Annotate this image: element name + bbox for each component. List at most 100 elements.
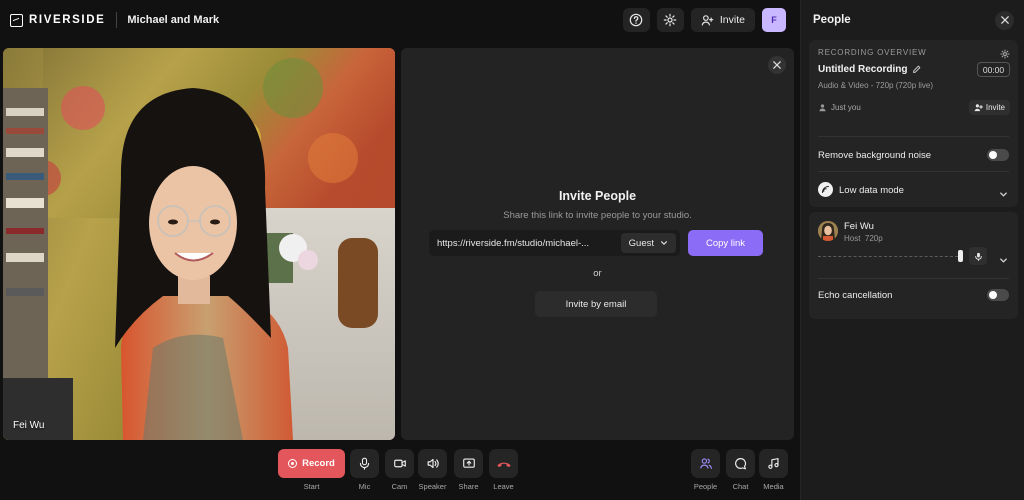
invite-link-row: https://riverside.fm/studio/michael-... … [429,230,764,256]
speaker-control: Speaker [418,449,447,491]
record-caption: Start [303,482,320,491]
divider [818,171,1009,172]
participant-card: Fei Wu Host 720p Echo cancellation [809,212,1018,319]
video-participant-label: Fei Wu [13,420,45,431]
role-select-value: Guest [628,237,654,249]
leave-control: Leave [489,449,518,491]
low-data-label: Low data mode [839,185,904,196]
participants-summary: Just you [818,103,861,112]
people-caption: People [693,482,718,491]
record-icon [288,459,298,468]
record-control: Record Start [278,449,345,491]
chevron-down-icon [661,241,667,246]
recording-overview-label: RECORDING OVERVIEW [818,48,927,57]
media-button[interactable] [759,449,788,478]
help-icon [630,13,643,27]
leave-button[interactable] [489,449,518,478]
logo[interactable]: RIVERSIDE [10,13,106,27]
participant-name: Fei Wu [844,221,874,232]
participant-expand-button[interactable] [999,252,1008,270]
chat-icon [735,458,747,470]
copy-link-button[interactable]: Copy link [688,230,763,256]
media-caption: Media [763,482,784,491]
hang-up-icon [496,462,511,467]
participant-mic-button[interactable] [969,247,987,265]
microphone-icon [359,457,370,470]
speaker-icon [427,458,439,469]
cam-control: Cam [385,449,414,491]
header-invite-button[interactable]: Invite [690,8,755,32]
divider [818,136,1009,137]
screen-share-icon [462,458,475,468]
logo-text: RIVERSIDE [29,14,106,26]
bottom-controls: Record Start Mic Cam Speaker Share Leave… [0,449,798,495]
header-invite-label: Invite [719,14,745,26]
or-separator: or [593,268,602,279]
avatar-image [818,221,838,241]
user-icon [819,104,826,112]
invite-link-field[interactable]: https://riverside.fm/studio/michael-... … [429,230,680,256]
divider [818,278,1009,279]
add-user-icon [701,14,714,25]
invite-title: Invite People [558,189,637,203]
participant-quality: 720p [864,234,883,243]
leave-caption: Leave [493,482,514,491]
top-actions: Invite F [622,8,786,32]
sidebar-invite-label: Invite [985,103,1005,112]
low-data-expand-button[interactable] [999,186,1008,204]
record-label: Record [302,458,335,469]
camera-icon [393,459,406,468]
participant-role: Host 720p [844,234,883,243]
speaker-button[interactable] [418,449,447,478]
chevron-down-icon [1000,258,1007,263]
invite-by-email-button[interactable]: Invite by email [535,291,657,317]
participant-avatar [818,221,838,241]
people-icon [699,458,712,469]
recording-title[interactable]: Untitled Recording [818,64,921,75]
echo-cancellation-toggle[interactable] [987,289,1009,301]
user-avatar[interactable]: F [762,8,786,32]
header-divider [116,12,118,28]
chat-control: Chat [726,449,755,491]
music-note-icon [768,458,779,469]
pencil-icon [913,65,921,73]
sidebar-invite-button[interactable]: Invite [968,100,1010,115]
noise-removal-label: Remove background noise [818,150,932,161]
recording-overview-card: RECORDING OVERVIEW Untitled Recording 00… [809,40,1018,207]
participants-summary-text: Just you [831,103,861,112]
invite-people-panel: Invite People Share this link to invite … [401,48,794,440]
microphone-icon [974,252,982,261]
recording-timer: 00:00 [977,62,1010,77]
chat-caption: Chat [732,482,749,491]
invite-panel-close-button[interactable] [768,56,786,74]
speaker-caption: Speaker [418,482,447,491]
people-button[interactable] [691,449,720,478]
invite-subtitle: Share this link to invite people to your… [503,210,692,221]
gear-icon [664,13,677,27]
sidebar-close-button[interactable] [995,10,1014,30]
record-button[interactable]: Record [278,449,345,478]
cam-caption: Cam [391,482,408,491]
share-button[interactable] [454,449,483,478]
mic-button[interactable] [350,449,379,478]
participant-video: Fei Wu [3,48,395,440]
mic-control: Mic [350,449,379,491]
volume-slider-handle[interactable] [958,250,963,262]
role-select[interactable]: Guest [620,233,676,253]
low-data-icon [818,182,833,197]
settings-button[interactable] [656,8,684,32]
help-button[interactable] [622,8,650,32]
participant-role-text: Host [844,234,861,243]
chat-button[interactable] [726,449,755,478]
noise-removal-toggle[interactable] [987,149,1009,161]
video-feed-image [3,48,395,440]
recording-meta: Audio & Video - 720p (720p live) [818,81,934,90]
cam-button[interactable] [385,449,414,478]
close-icon [1000,16,1009,24]
gear-icon [1000,49,1010,59]
add-user-icon [974,104,983,112]
riverside-studio: RIVERSIDE Michael and Mark Invite F Fei … [0,0,1024,500]
sidebar-header: People [801,0,1024,40]
riverside-logo-icon [10,13,23,27]
media-control: Media [759,449,788,491]
